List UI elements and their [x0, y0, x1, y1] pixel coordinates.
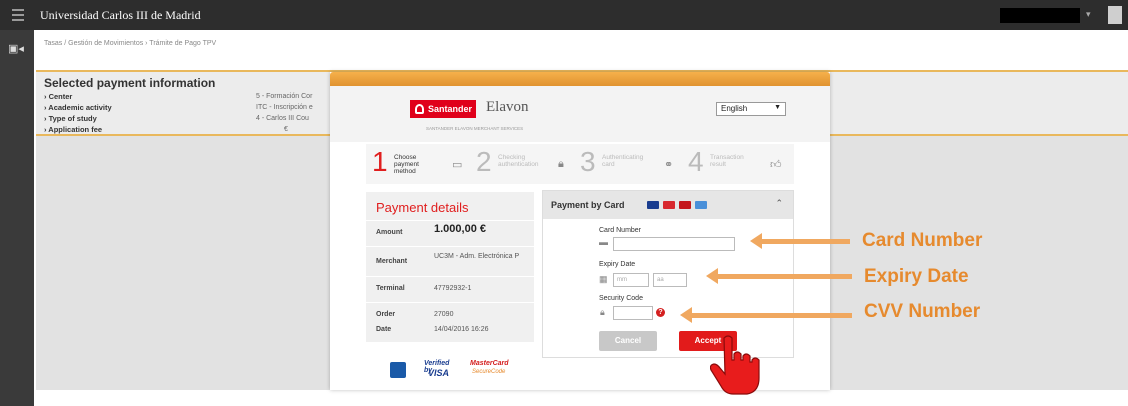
info-label-fee: › Application fee	[44, 125, 103, 134]
language-select[interactable]: English ▼	[716, 102, 786, 116]
step-1-number: 1	[372, 146, 388, 177]
step-4-number: 4	[688, 146, 704, 177]
detail-row-date: Date 14/04/2016 16:26	[366, 326, 534, 342]
app-title: Universidad Carlos III de Madrid	[40, 8, 201, 22]
brand-tagline: SANTANDER ELAVON MERCHANT SERVICES	[426, 126, 524, 131]
info-value-type: 4 - Carlos III Cou	[256, 115, 309, 122]
dropdown-arrow-icon: ▼	[774, 104, 781, 111]
menu-icon[interactable]	[12, 9, 24, 21]
step-3-label: Authenticating card	[602, 154, 644, 168]
step-2-label: Checking authentication	[498, 154, 539, 168]
lock-icon: 🔒︎	[600, 307, 605, 317]
step-1: 1 Choose payment method ▭	[372, 144, 472, 184]
help-icon[interactable]: ?	[656, 308, 665, 317]
lock-icon: 🔒︎	[558, 158, 564, 170]
sidebar: ▣◂	[0, 30, 34, 406]
card-number-input[interactable]	[613, 237, 735, 251]
step-2-number: 2	[476, 146, 492, 177]
card-icon: ▬	[599, 237, 608, 247]
detail-key: Merchant	[376, 258, 408, 265]
detail-row-amount: Amount 1.000,00 €	[366, 220, 534, 246]
sidebar-toggle-icon[interactable]: ▣◂	[8, 42, 28, 56]
card-icon: ▭	[452, 159, 463, 171]
detail-key: Amount	[376, 229, 403, 236]
detail-key: Terminal	[376, 285, 405, 292]
step-1-label: Choose payment method	[394, 154, 419, 175]
maestro-card-icon	[679, 201, 691, 209]
santander-logo: Santander	[410, 100, 476, 118]
detail-value: 27090	[434, 311, 454, 318]
pointer-hand-icon	[710, 335, 760, 395]
arrow-cvv-number	[680, 307, 852, 323]
breadcrumb: Tasas / Gestión de Movimientos › Trámite…	[44, 40, 217, 47]
step-4-label: Transaction result	[710, 154, 744, 168]
detail-row-merchant: Merchant UC3M - Adm. Electrónica P	[366, 246, 534, 276]
flame-icon	[415, 104, 424, 114]
expiry-month-input[interactable]: mm	[613, 273, 649, 287]
card-number-label: Card Number	[599, 227, 642, 234]
detail-key: Order	[376, 311, 396, 318]
annotation-card-number: Card Number	[862, 230, 983, 251]
card-panel-title: Payment by Card	[551, 200, 625, 210]
step-3: 3 Authenticating card ⚭	[580, 144, 684, 184]
detail-value: 14/04/2016 16:26	[434, 326, 489, 333]
bank-logo-icon	[390, 362, 406, 378]
detail-row-terminal: Terminal 47792932-1	[366, 276, 534, 302]
mastercard-logo-text: MasterCard	[470, 360, 509, 367]
step-3-number: 3	[580, 146, 596, 177]
language-value: English	[721, 104, 748, 113]
arrow-expiry-date	[706, 268, 852, 284]
cancel-button[interactable]: Cancel	[599, 331, 657, 351]
detail-value: 1.000,00 €	[434, 223, 486, 235]
annotation-cvv-number: CVV Number	[864, 301, 981, 322]
annotation-expiry-date: Expiry Date	[864, 266, 969, 287]
security-code-label: Security Code	[599, 295, 643, 302]
visa-card-icon	[647, 201, 659, 209]
securecode-logo-text: SecureCode	[472, 369, 506, 375]
modal-header-bar	[330, 72, 830, 86]
payment-details-heading: Payment details	[376, 200, 469, 215]
amex-card-icon	[695, 201, 707, 209]
calendar-icon: ▦	[599, 274, 608, 284]
info-value-activity: ITC - Inscripción e	[256, 104, 313, 111]
info-value-fee: €	[284, 126, 288, 133]
info-label-activity: › Academic activity	[44, 103, 112, 112]
caret-down-icon[interactable]: ▾	[1086, 9, 1091, 20]
detail-row-order: Order 27090	[366, 302, 534, 328]
santander-text: Santander	[428, 104, 473, 114]
info-label-type: › Type of study	[44, 114, 97, 123]
user-avatar[interactable]	[1108, 6, 1122, 24]
security-code-input[interactable]	[613, 306, 653, 320]
expiry-year-input[interactable]: aa	[653, 273, 687, 287]
mastercard-card-icon	[663, 201, 675, 209]
step-2: 2 Checking authentication 🔒︎	[476, 144, 576, 184]
info-value-center: 5 - Formación Cor	[256, 93, 313, 100]
detail-value: UC3M - Adm. Electrónica P	[434, 253, 520, 260]
top-bar: Universidad Carlos III de Madrid ▾	[0, 0, 1128, 30]
step-progress: 1 Choose payment method ▭ 2 Checking aut…	[366, 144, 794, 184]
thumbs-up-icon: 👍︎	[770, 159, 782, 171]
elavon-logo: Elavon	[486, 99, 529, 115]
arrow-card-number	[750, 233, 850, 249]
step-4: 4 Transaction result 👍︎	[688, 144, 792, 184]
info-heading: Selected payment information	[44, 76, 216, 90]
detail-value: 47792932-1	[434, 285, 472, 292]
brand-header: Santander Elavon SANTANDER ELAVON MERCHA…	[330, 86, 830, 142]
payment-details: Payment details Amount 1.000,00 € Mercha…	[366, 192, 534, 342]
detail-key: Date	[376, 326, 392, 333]
redacted-user	[1000, 8, 1080, 23]
visa-logo-text: VISA	[428, 368, 450, 378]
info-label-center: › Center	[44, 92, 73, 101]
link-icon: ⚭	[664, 159, 674, 171]
expiry-date-label: Expiry Date	[599, 261, 636, 268]
chevron-up-icon[interactable]: ⌃	[775, 198, 783, 209]
card-panel-header[interactable]: Payment by Card ⌃	[543, 191, 793, 219]
